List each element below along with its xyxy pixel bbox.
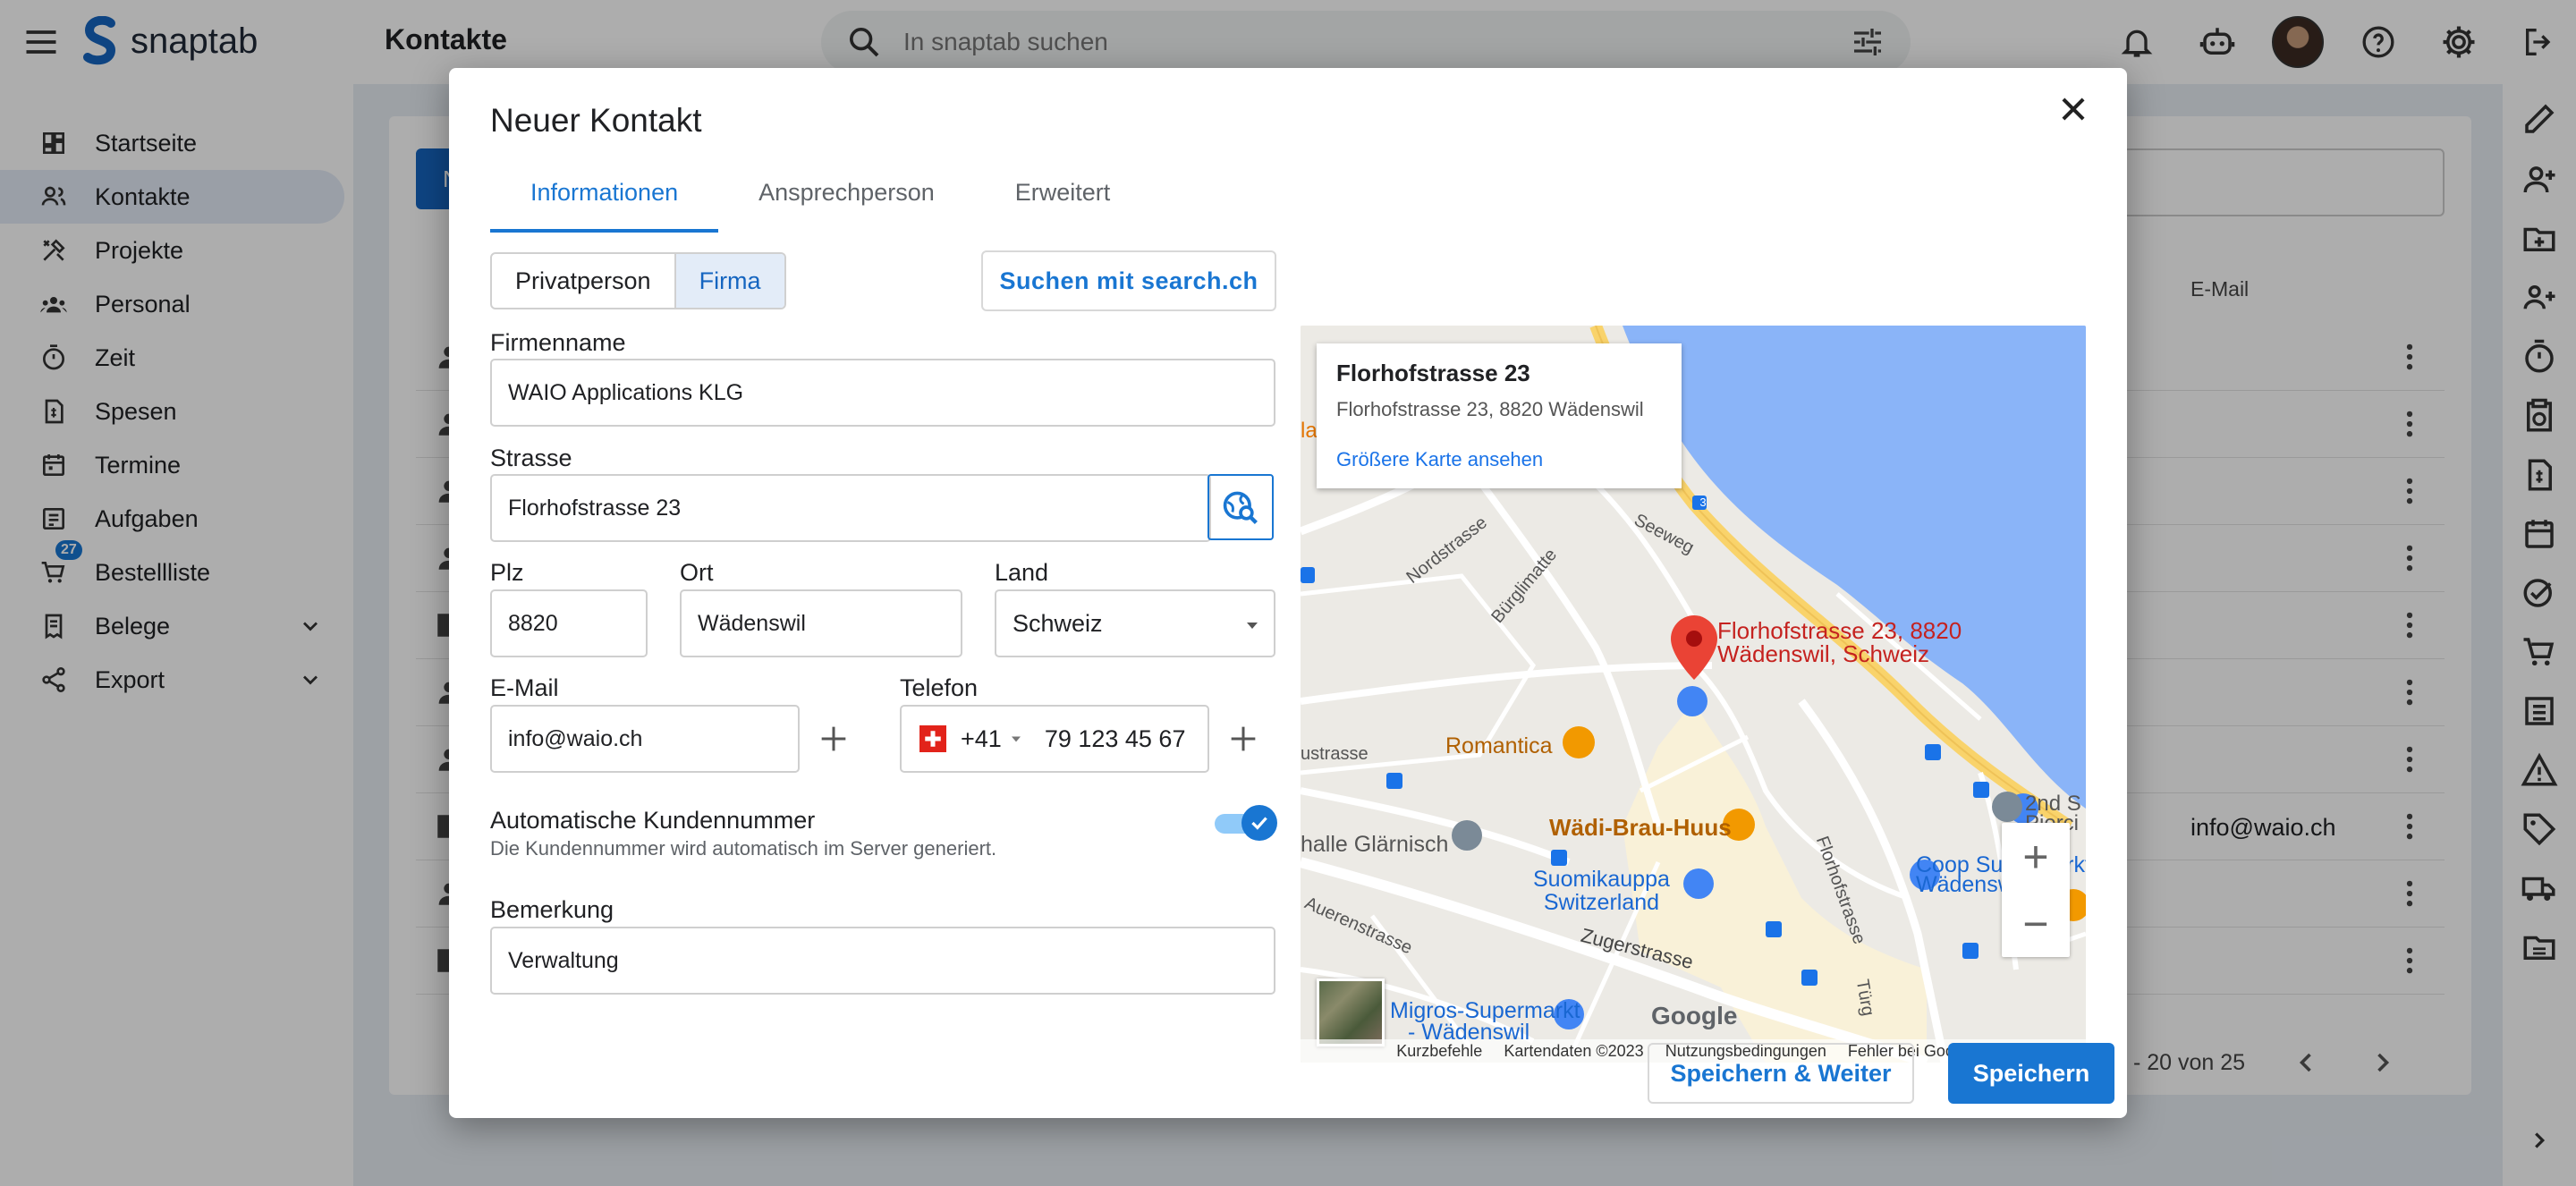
place-line: Suomikauppa (1533, 867, 1670, 892)
swiss-flag-icon (919, 725, 946, 752)
map-footer-mapdata: Kartendaten ©2023 (1504, 1041, 1644, 1060)
land-select[interactable]: Schweiz (995, 589, 1275, 657)
check-icon (1251, 817, 1267, 830)
email-label: E-Mail (490, 674, 559, 701)
address-search-button[interactable] (1208, 474, 1274, 540)
dropdown-arrow-icon (1011, 736, 1021, 742)
phone-number: 79 123 45 67 (1044, 724, 1186, 752)
plz-field[interactable]: 8820 (490, 589, 648, 657)
map-zoom-controls: + − (2002, 823, 2070, 957)
tab-erweitert[interactable]: Erweitert (975, 165, 1151, 233)
auto-number-toggle[interactable] (1215, 805, 1277, 841)
pin-label-line: Florhofstrasse 23, 8820 (1717, 617, 1962, 644)
map-place-glaernisch: halle Glärnisch (1301, 832, 1449, 857)
map-pin-label: Florhofstrasse 23, 8820 Wädenswil, Schwe… (1717, 619, 1962, 665)
map-place-suomi: Suomikauppa Switzerland (1533, 868, 1670, 914)
phone-country-code[interactable]: +41 (961, 725, 1002, 753)
telefon-label: Telefon (900, 674, 979, 701)
dialog-title: Neuer Kontakt (490, 102, 702, 139)
google-map[interactable]: la Florhofstrasse 23, 8820 Wädenswil, Sc… (1301, 326, 2086, 1063)
firmenname-field[interactable]: WAIO Applications KLG (490, 359, 1275, 427)
land-selected-value: Schweiz (1013, 609, 1103, 637)
map-route-number: 3 (1699, 496, 1707, 509)
larger-map-link[interactable]: Größere Karte ansehen (1336, 448, 1662, 471)
map-street-ustrasse: ustrasse (1301, 744, 1368, 764)
map-place-waedi: Wädi-Brau-Huus (1549, 814, 1732, 841)
place-line: Switzerland (1543, 890, 1660, 915)
map-footer-shortcuts[interactable]: Kurzbefehle (1396, 1042, 1482, 1061)
plz-label: Plz (490, 559, 524, 586)
map-place-label: la (1301, 419, 1318, 443)
firmenname-label: Firmenname (490, 329, 626, 356)
dialog-tabs: Informationen Ansprechperson Erweitert (490, 165, 1150, 234)
toggle-privatperson[interactable]: Privatperson (492, 254, 674, 308)
globe-search-icon (1223, 491, 1258, 524)
save-continue-button[interactable]: Speichern & Weiter (1648, 1043, 1914, 1104)
ort-label: Ort (680, 559, 714, 586)
add-phone-icon[interactable] (1225, 721, 1261, 757)
map-place-romantica: Romantica (1445, 733, 1553, 758)
toggle-firma[interactable]: Firma (674, 254, 784, 308)
google-logo: Google (1651, 1002, 1738, 1029)
strasse-label: Strasse (490, 445, 572, 471)
bemerkung-label: Bemerkung (490, 896, 614, 923)
toggle-knob (1241, 805, 1277, 841)
satellite-toggle[interactable] (1317, 978, 1385, 1046)
zoom-out-button[interactable]: − (2002, 890, 2070, 957)
land-label: Land (995, 559, 1049, 586)
save-button[interactable]: Speichern (1948, 1043, 2114, 1104)
tab-ansprechperson[interactable]: Ansprechperson (718, 165, 975, 233)
dropdown-arrow-icon (1247, 623, 1258, 629)
zoom-in-button[interactable]: + (2002, 823, 2070, 890)
map-info-window: Florhofstrasse 23 Florhofstrasse 23, 882… (1317, 343, 1682, 488)
close-icon (2062, 97, 2085, 121)
map-place-migros: Migros-Supermarkt - Wädenswil (1390, 998, 1580, 1044)
tab-informationen[interactable]: Informationen (490, 165, 719, 233)
pin-label-line: Wädenswil, Schweiz (1717, 640, 1929, 667)
email-field[interactable]: info@waio.ch (490, 705, 800, 773)
map-info-title: Florhofstrasse 23 (1336, 360, 1530, 386)
search-ch-button[interactable]: Suchen mit search.ch (981, 250, 1276, 311)
auto-number-label: Automatische Kundennummer (490, 807, 816, 834)
strasse-field[interactable]: Florhofstrasse 23 (490, 474, 1211, 542)
add-email-icon[interactable] (816, 721, 852, 757)
map-info-address: Florhofstrasse 23, 8820 Wädenswil (1336, 398, 1644, 420)
auto-number-help: Die Kundennummer wird automatisch im Ser… (490, 837, 997, 860)
ort-field[interactable]: Wädenswil (680, 589, 962, 657)
close-button[interactable] (2045, 80, 2102, 138)
telefon-field[interactable]: +41 79 123 45 67 (900, 705, 1209, 773)
bemerkung-field[interactable]: Verwaltung (490, 927, 1275, 995)
new-contact-dialog: Neuer Kontakt Informationen Ansprechpers… (449, 68, 2127, 1118)
contact-type-toggle: Privatperson Firma (490, 252, 786, 309)
place-line: Migros-Supermarkt (1390, 998, 1580, 1023)
